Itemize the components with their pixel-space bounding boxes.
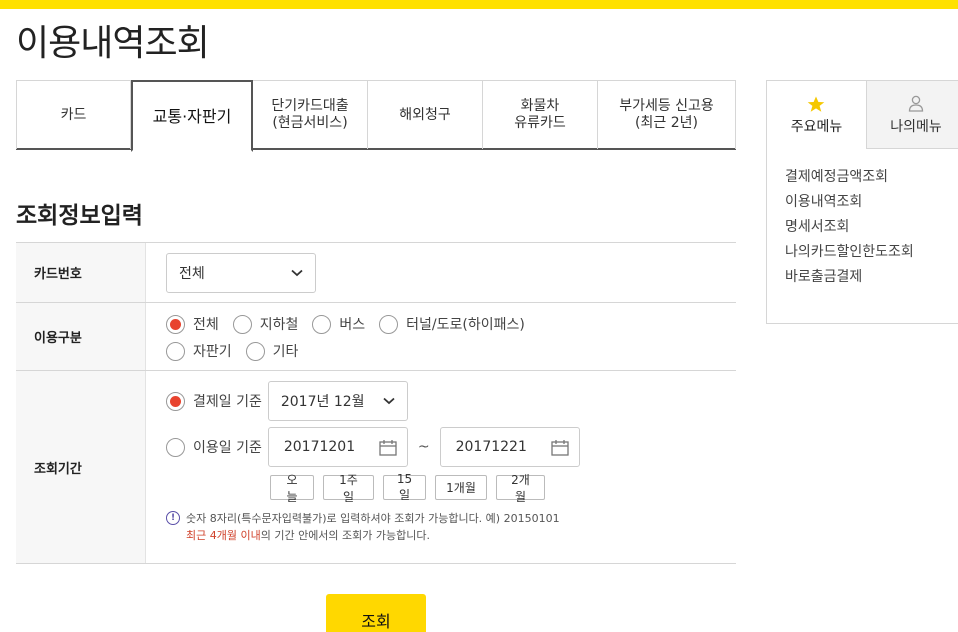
radio-circle-selected xyxy=(166,314,185,334)
usage-type-label: 이용구분 xyxy=(16,303,146,370)
date-range-separator: ~ xyxy=(417,439,430,455)
person-icon xyxy=(908,95,924,112)
link-usage-history[interactable]: 이용내역조회 xyxy=(785,190,958,215)
tab-truck-fuel-card[interactable]: 화물차 유류카드 xyxy=(483,81,598,149)
radio-billing-basis[interactable]: 결제일 기준 xyxy=(166,391,262,411)
radio-circle xyxy=(166,437,185,457)
calendar-icon[interactable] xyxy=(550,439,569,456)
radio-circle-selected xyxy=(166,391,185,411)
radio-usage-vending[interactable]: 자판기 xyxy=(166,341,232,361)
notice-line-1: 숫자 8자리(특수문자입력불가)로 입력하셔야 조회가 가능합니다. 예) 20… xyxy=(186,512,560,525)
quick-15days-button[interactable]: 15일 xyxy=(383,472,426,502)
link-billing-estimate[interactable]: 결제예정금액조회 xyxy=(785,165,958,190)
radio-usage-other[interactable]: 기타 xyxy=(245,341,298,361)
quick-1week-button[interactable]: 1주일 xyxy=(323,473,374,504)
card-number-selected: 전체 xyxy=(179,265,205,282)
billing-month-select[interactable]: 2017년 12월 xyxy=(267,381,408,421)
radio-circle xyxy=(245,341,265,361)
quick-menu-panel: 주요메뉴 나의메뉴 결제예정금액조회 이용내역조회 명세서조회 나의카드할인한도… xyxy=(766,80,958,324)
tab-my-menu[interactable]: 나의메뉴 xyxy=(865,81,958,149)
exclamation-icon: ! xyxy=(166,511,180,525)
quick-2month-button[interactable]: 2개월 xyxy=(496,473,545,504)
radio-usage-bus[interactable]: 버스 xyxy=(312,314,365,334)
radio-usage-tunnel-road[interactable]: 터널/도로(하이패스) xyxy=(379,314,525,334)
tab-vat-report[interactable]: 부가세등 신고용 (최근 2년) xyxy=(598,81,736,149)
usage-type-row: 이용구분 전체 지하철 버스 터널/도로(하이패스) 자판기 기타 xyxy=(16,303,736,371)
end-date-value: 20171221 xyxy=(455,439,527,455)
quick-1month-button[interactable]: 1개월 xyxy=(435,475,487,500)
quick-today-button[interactable]: 오늘 xyxy=(270,473,314,504)
link-instant-payment[interactable]: 바로출금결제 xyxy=(785,265,958,290)
notice-line-2: 의 기간 안에서의 조회가 가능합니다. xyxy=(260,529,431,542)
radio-circle xyxy=(312,314,332,334)
category-tabs: 카드 교통·자판기 단기카드대출 (현금서비스) 해외청구 화물차 유류카드 부가세… xyxy=(16,80,736,152)
radio-usage-subway[interactable]: 지하철 xyxy=(232,314,298,334)
start-date-value: 20171201 xyxy=(283,439,356,455)
radio-circle xyxy=(166,341,185,361)
period-label: 조회기간 xyxy=(16,371,146,563)
radio-usage-all[interactable]: 전체 xyxy=(166,314,219,334)
calendar-icon[interactable] xyxy=(379,439,397,456)
period-notice: ! 숫자 8자리(특수문자입력불가)로 입력하셔야 조회가 가능합니다. 예) … xyxy=(166,510,736,544)
tab-overseas-billing[interactable]: 해외청구 xyxy=(368,81,483,149)
radio-circle xyxy=(232,314,252,334)
search-button[interactable]: 조회 xyxy=(326,594,426,632)
link-statement[interactable]: 명세서조회 xyxy=(785,215,958,240)
billing-month-selected: 2017년 12월 xyxy=(280,394,365,410)
chevron-down-icon xyxy=(291,269,303,276)
tab-main-menu[interactable]: 주요메뉴 xyxy=(767,81,866,149)
chevron-down-icon xyxy=(383,397,395,405)
end-date-input[interactable]: 20171221 xyxy=(439,427,580,467)
star-icon xyxy=(808,96,825,112)
tab-card[interactable]: 카드 xyxy=(16,81,131,149)
radio-circle xyxy=(379,314,399,334)
link-discount-limit[interactable]: 나의카드할인한도조회 xyxy=(785,240,958,265)
quick-period-buttons: 오늘 1주일 15일 1개월 2개월 xyxy=(270,472,736,504)
period-row: 조회기간 결제일 기준 2017년 12월 이용일 기준 20171201 ~ … xyxy=(16,371,736,564)
tab-transport-vending[interactable]: 교통·자판기 xyxy=(131,80,253,152)
card-number-select[interactable]: 전체 xyxy=(166,252,316,293)
tab-short-term-loan[interactable]: 단기카드대출 (현금서비스) xyxy=(253,81,368,149)
notice-highlight: 최근 4개월 이내 xyxy=(186,529,261,542)
card-number-label: 카드번호 xyxy=(16,243,146,302)
page-title: 이용내역조회 xyxy=(16,23,210,64)
section-title: 조회정보입력 xyxy=(16,203,143,229)
card-number-row: 카드번호 전체 xyxy=(16,243,736,303)
top-accent-strip xyxy=(0,0,958,9)
start-date-input[interactable]: 20171201 xyxy=(267,427,408,467)
radio-usage-date-basis[interactable]: 이용일 기준 xyxy=(166,437,262,457)
search-form: 카드번호 전체 이용구분 전체 지하철 버스 터널/도로(하이패스) 자판기 기… xyxy=(16,242,736,564)
